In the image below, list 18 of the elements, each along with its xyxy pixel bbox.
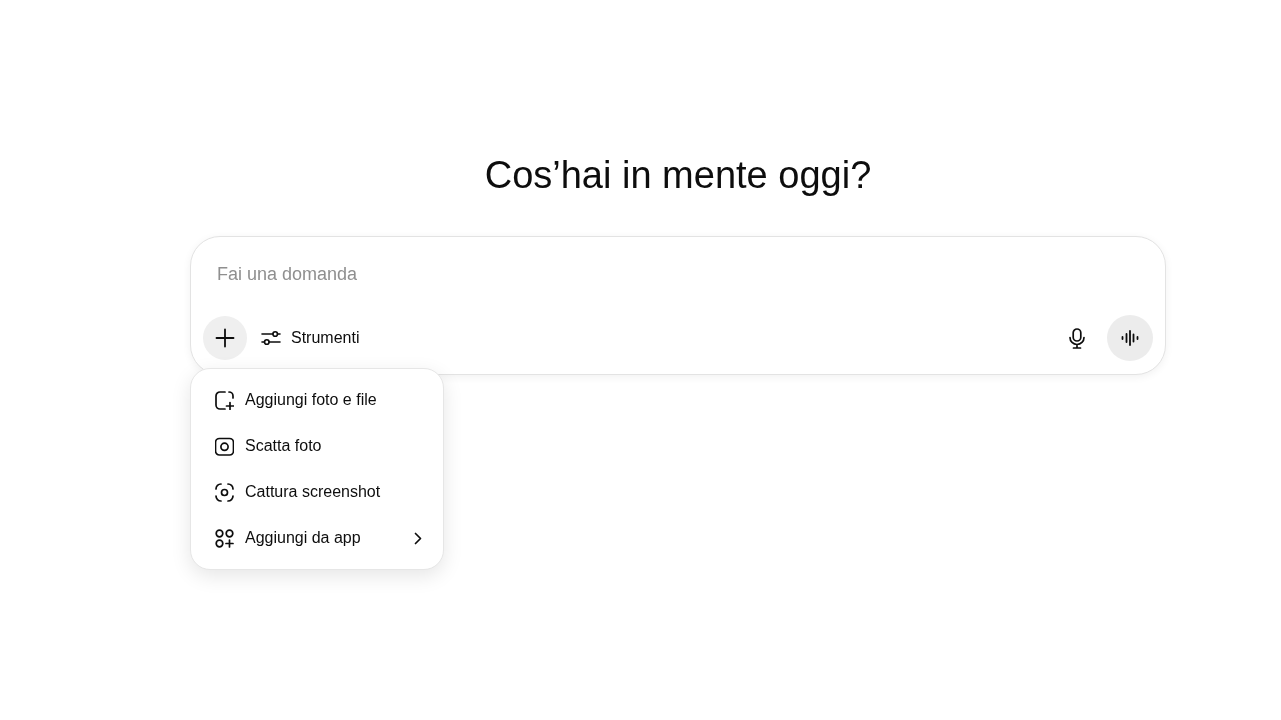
sliders-icon bbox=[261, 329, 281, 347]
microphone-icon bbox=[1069, 327, 1085, 349]
menu-item[interactable]: Scatta foto bbox=[199, 423, 435, 469]
plus-icon bbox=[215, 328, 235, 348]
menu-item[interactable]: Cattura screenshot bbox=[199, 469, 435, 515]
menu-item[interactable]: Aggiungi da app bbox=[199, 515, 435, 561]
page-heading: Cos’hai in mente oggi? bbox=[484, 153, 872, 198]
frame-plus-icon bbox=[215, 390, 234, 410]
waveform-icon bbox=[1121, 330, 1139, 346]
add-button[interactable] bbox=[203, 316, 247, 360]
prompt-input-field[interactable]: Fai una domanda bbox=[217, 259, 517, 289]
grid-plus-icon bbox=[215, 528, 234, 548]
focus-frame-icon bbox=[215, 482, 234, 502]
tools-button[interactable]: Strumenti bbox=[257, 320, 364, 356]
menu-item[interactable]: Aggiungi foto e file bbox=[199, 377, 435, 423]
camera-icon bbox=[215, 436, 234, 456]
chevron-right-icon bbox=[414, 531, 422, 545]
voice-mode-button[interactable] bbox=[1107, 315, 1153, 361]
